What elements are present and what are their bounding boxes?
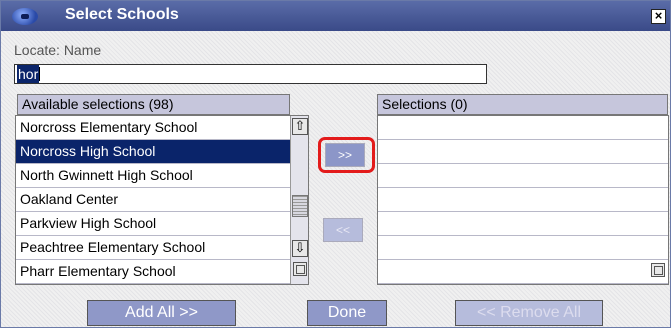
available-scrollbar[interactable]: ⇧ ⇩ <box>290 116 308 284</box>
scroll-thumb[interactable] <box>292 195 308 217</box>
empty-row <box>378 164 668 188</box>
list-item-selected[interactable]: Norcross High School <box>16 140 308 164</box>
empty-row <box>378 116 668 140</box>
locate-name-input[interactable]: hor <box>14 64 487 84</box>
selections-list-header: Selections (0) <box>377 94 668 115</box>
locate-input-value: hor <box>17 65 40 83</box>
empty-row <box>378 140 668 164</box>
list-item[interactable]: Oakland Center <box>16 188 308 212</box>
list-item[interactable]: Norcross Elementary School <box>16 116 308 140</box>
add-all-button[interactable]: Add All >> <box>87 300 236 326</box>
selections-list[interactable] <box>377 115 669 285</box>
dialog-title: Select Schools <box>65 6 179 23</box>
empty-row <box>378 260 668 284</box>
title-bar[interactable]: Select Schools × <box>1 1 670 31</box>
text-caret <box>39 67 41 81</box>
available-list[interactable]: Norcross Elementary School Norcross High… <box>15 115 309 285</box>
available-list-header: Available selections (98) <box>17 94 290 115</box>
list-item[interactable]: Peachtree Elementary School <box>16 236 308 260</box>
app-logo-icon <box>12 8 38 25</box>
list-item[interactable]: North Gwinnett High School <box>16 164 308 188</box>
list-item[interactable]: Pharr Elementary School <box>16 260 308 284</box>
resize-grip-icon[interactable] <box>651 263 665 277</box>
close-button[interactable]: × <box>651 9 666 24</box>
remove-selected-button[interactable]: << <box>323 218 363 242</box>
remove-all-button[interactable]: << Remove All <box>455 300 603 326</box>
list-item[interactable]: Parkview High School <box>16 212 308 236</box>
highlight-circle <box>318 137 375 173</box>
empty-row <box>378 236 668 260</box>
select-schools-dialog: Select Schools × Locate: Name hor Availa… <box>0 0 671 328</box>
empty-row <box>378 212 668 236</box>
scroll-up-icon[interactable]: ⇧ <box>292 118 308 135</box>
resize-grip-icon[interactable] <box>293 262 307 276</box>
done-button[interactable]: Done <box>307 300 387 326</box>
empty-row <box>378 188 668 212</box>
scroll-down-icon[interactable]: ⇩ <box>292 240 308 257</box>
locate-label: Locate: Name <box>14 42 102 58</box>
